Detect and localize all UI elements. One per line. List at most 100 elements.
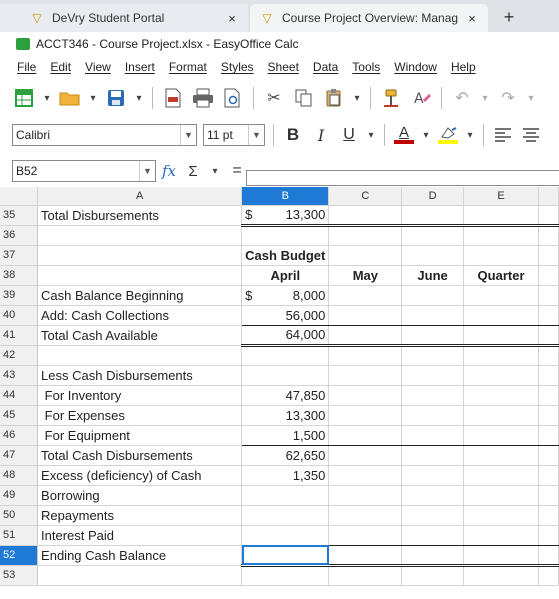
cell[interactable]: 1,350 [241,465,330,486]
cell[interactable] [463,205,540,227]
row-header[interactable]: 45 [0,405,39,426]
menu-edit[interactable]: Edit [43,60,78,74]
cell[interactable] [241,525,330,546]
cell[interactable]: 62,650 [241,445,330,466]
cell[interactable] [328,405,403,426]
cell[interactable] [401,205,464,227]
cell[interactable] [538,445,559,466]
cut-icon[interactable]: ✂ [262,86,286,110]
row-header[interactable]: 47 [0,445,39,466]
row-header[interactable]: 35 [0,205,39,226]
spreadsheet-grid[interactable]: A B C D E 35 Total Disbursements $13,300 [0,187,559,599]
cell[interactable]: 56,000 [241,305,330,326]
row-header[interactable]: 38 [0,265,39,286]
save-icon[interactable] [104,86,128,110]
cell[interactable] [241,505,330,526]
copy-icon[interactable] [292,86,316,110]
cell[interactable]: For Equipment [37,425,243,446]
cell[interactable] [328,465,403,486]
chevron-down-icon[interactable]: ▾ [210,159,220,183]
active-cell-b52[interactable] [241,545,330,567]
cell[interactable] [328,545,403,567]
cell[interactable] [401,525,464,546]
new-tab-button[interactable]: + [498,6,520,28]
menu-insert[interactable]: Insert [118,60,162,74]
cell[interactable] [328,325,403,347]
row-header[interactable]: 40 [0,305,39,326]
font-name-box[interactable]: Calibri ▼ [12,124,197,146]
cell[interactable] [463,365,540,386]
open-folder-icon[interactable] [58,86,82,110]
cell[interactable] [328,345,403,366]
cell[interactable] [328,365,403,386]
cell[interactable]: Ending Cash Balance [37,545,243,566]
cell[interactable] [538,305,559,326]
row-header[interactable]: 50 [0,505,39,526]
cell[interactable] [401,445,464,466]
cell[interactable] [37,245,243,266]
row-header[interactable]: 48 [0,465,39,486]
cell[interactable]: Total Cash Disbursements [37,445,243,466]
browser-tab-student-portal[interactable]: ▽ DeVry Student Portal × [0,4,248,32]
cell[interactable] [401,305,464,326]
cell[interactable] [401,425,464,446]
print-preview-icon[interactable] [221,86,245,110]
cell[interactable] [538,325,559,347]
cell[interactable]: Quarter [463,265,540,286]
cell[interactable] [241,345,330,366]
cell[interactable] [463,345,540,366]
cell[interactable] [401,505,464,526]
underline-button[interactable]: U [338,124,360,146]
chevron-down-icon[interactable]: ▾ [134,86,144,110]
spreadsheet-icon[interactable] [12,86,36,110]
cell[interactable] [401,565,464,586]
cell[interactable]: May [328,265,403,286]
cell[interactable]: For Expenses [37,405,243,426]
cell[interactable] [463,405,540,426]
cell[interactable] [463,425,540,446]
cell[interactable] [328,305,403,326]
cell[interactable] [538,505,559,526]
cell[interactable] [401,285,464,306]
cell[interactable] [241,365,330,386]
formula-input[interactable] [246,170,559,186]
cell[interactable] [463,525,540,546]
chevron-down-icon[interactable]: ▾ [88,86,98,110]
cell[interactable] [401,545,464,567]
cell[interactable] [538,425,559,446]
clone-format-icon[interactable] [379,86,403,110]
column-header[interactable]: D [401,187,464,206]
cell[interactable]: Repayments [37,505,243,526]
cell[interactable]: Total Cash Available [37,325,243,346]
cell[interactable]: Borrowing [37,485,243,506]
cell[interactable]: $13,300 [241,205,330,227]
cell[interactable] [241,565,330,586]
cell[interactable] [328,445,403,466]
menu-help[interactable]: Help [444,60,483,74]
cell[interactable] [538,265,559,286]
cell[interactable] [463,565,540,586]
font-color-button[interactable]: A [393,124,415,146]
chevron-down-icon[interactable]: ▾ [480,86,490,110]
cell[interactable] [538,345,559,366]
close-tab-icon[interactable]: × [224,11,240,26]
row-header-selected[interactable]: 52 [0,545,39,566]
paste-icon[interactable] [322,86,346,110]
row-header[interactable]: 43 [0,365,39,386]
chevron-down-icon[interactable]: ▾ [421,123,431,147]
cell[interactable] [463,385,540,406]
cell[interactable] [401,465,464,486]
export-pdf-icon[interactable] [161,86,185,110]
cell[interactable] [401,485,464,506]
cell[interactable] [328,285,403,306]
cell[interactable]: Cash Budget [241,245,330,266]
sigma-icon[interactable]: Σ [182,160,204,182]
cell[interactable] [538,385,559,406]
font-size-box[interactable]: 11 pt ▼ [203,124,265,146]
cell[interactable]: April [241,265,330,286]
cell[interactable] [37,265,243,286]
chevron-down-icon[interactable]: ▾ [526,86,536,110]
cell[interactable] [401,365,464,386]
cell[interactable] [538,485,559,506]
cell[interactable] [328,225,403,246]
